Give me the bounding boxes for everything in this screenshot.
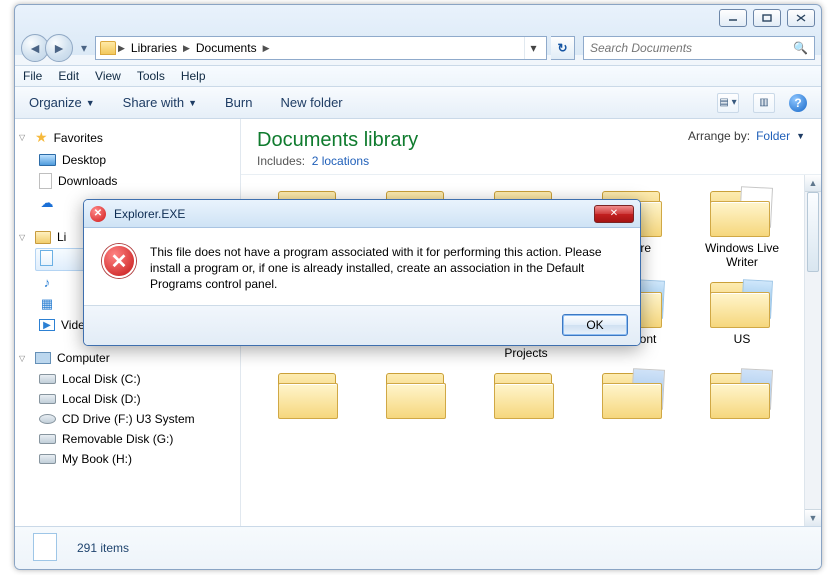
- video-icon: ▶: [39, 319, 55, 331]
- address-dropdown[interactable]: ▾: [524, 37, 542, 59]
- organize-button[interactable]: Organize▼: [29, 95, 95, 110]
- scroll-thumb[interactable]: [807, 192, 819, 272]
- menu-tools[interactable]: Tools: [137, 69, 165, 83]
- computer-header[interactable]: ▽Computer: [29, 351, 234, 365]
- maximize-button[interactable]: [753, 9, 781, 27]
- error-icon: ✕: [102, 244, 136, 278]
- breadcrumb-seg[interactable]: Documents: [192, 39, 261, 57]
- forward-button[interactable]: ►: [45, 34, 73, 62]
- folder-item[interactable]: Windows Live Writer: [691, 185, 793, 270]
- dialog-titlebar[interactable]: ✕ Explorer.EXE ✕: [84, 200, 640, 228]
- folder-item[interactable]: [475, 367, 577, 423]
- status-icon: [29, 533, 61, 563]
- picture-icon: ▦: [39, 296, 55, 312]
- cloud-icon: ☁: [39, 195, 55, 211]
- nav-arrows: ◄ ►: [21, 34, 73, 62]
- address-bar[interactable]: ▶ Libraries ▶ Documents ▶ ▾: [95, 36, 547, 60]
- chevron-right-icon[interactable]: ▶: [118, 43, 125, 54]
- menu-help[interactable]: Help: [181, 69, 206, 83]
- chevron-down-icon: ▼: [188, 98, 197, 108]
- drive-icon: [39, 454, 56, 464]
- help-button[interactable]: ?: [789, 94, 807, 112]
- dialog-title: Explorer.EXE: [114, 207, 185, 221]
- history-dropdown[interactable]: ▾: [77, 34, 91, 62]
- includes-link[interactable]: 2 locations: [312, 154, 369, 168]
- command-bar: Organize▼ Share with▼ Burn New folder ▤ …: [15, 87, 821, 119]
- arrange-by[interactable]: Arrange by: Folder ▼: [688, 129, 805, 143]
- nav-downloads[interactable]: Downloads: [29, 170, 234, 192]
- nav-drive-h[interactable]: My Book (H:): [29, 449, 234, 469]
- menu-view[interactable]: View: [95, 69, 121, 83]
- dialog-buttons: OK: [84, 305, 640, 345]
- dialog-body: ✕ This file does not have a program asso…: [84, 228, 640, 305]
- search-placeholder: Search Documents: [590, 41, 692, 55]
- menu-bar: File Edit View Tools Help: [15, 65, 821, 87]
- refresh-button[interactable]: ↻: [551, 36, 575, 60]
- music-icon: ♪: [39, 274, 55, 290]
- folder-item[interactable]: [259, 367, 361, 423]
- removable-icon: [39, 434, 56, 444]
- nav-drive-c[interactable]: Local Disk (C:): [29, 369, 234, 389]
- search-input[interactable]: Search Documents 🔍: [583, 36, 815, 60]
- share-button[interactable]: Share with▼: [123, 95, 197, 110]
- scroll-down-button[interactable]: ▼: [805, 509, 821, 526]
- folder-item[interactable]: [691, 367, 793, 423]
- folder-item[interactable]: [367, 367, 469, 423]
- close-window-button[interactable]: [787, 9, 815, 27]
- newfolder-button[interactable]: New folder: [280, 95, 342, 110]
- nav-drive-f[interactable]: CD Drive (F:) U3 System: [29, 409, 234, 429]
- computer-icon: [35, 352, 51, 364]
- burn-button[interactable]: Burn: [225, 95, 252, 110]
- titlebar: [15, 5, 821, 31]
- chevron-right-icon[interactable]: ▶: [263, 43, 270, 54]
- nav-drive-g[interactable]: Removable Disk (G:): [29, 429, 234, 449]
- chevron-right-icon[interactable]: ▶: [183, 43, 190, 54]
- cd-icon: [39, 414, 56, 424]
- folder-icon: [100, 41, 116, 55]
- star-icon: ★: [35, 129, 48, 146]
- breadcrumb-seg[interactable]: Libraries: [127, 39, 181, 57]
- scroll-up-button[interactable]: ▲: [805, 175, 821, 192]
- vertical-scrollbar[interactable]: ▲ ▼: [804, 175, 821, 526]
- nav-desktop[interactable]: Desktop: [29, 150, 234, 170]
- error-dialog: ✕ Explorer.EXE ✕ ✕ This file does not ha…: [83, 199, 641, 346]
- status-bar: 291 items: [15, 527, 821, 569]
- menu-edit[interactable]: Edit: [58, 69, 79, 83]
- minimize-button[interactable]: [719, 9, 747, 27]
- folder-item[interactable]: US: [691, 276, 793, 361]
- folder-item[interactable]: [583, 367, 685, 423]
- preview-pane-button[interactable]: ▥: [753, 93, 775, 113]
- ok-button[interactable]: OK: [562, 314, 628, 336]
- nav-row: ◄ ► ▾ ▶ Libraries ▶ Documents ▶ ▾ ↻ Sear…: [15, 31, 821, 65]
- item-count: 291 items: [77, 541, 129, 555]
- dialog-close-button[interactable]: ✕: [594, 205, 634, 223]
- error-icon: ✕: [90, 206, 106, 222]
- menu-file[interactable]: File: [23, 69, 42, 83]
- dialog-message: This file does not have a program associ…: [150, 244, 622, 293]
- content-header: Documents library Includes: 2 locations …: [241, 119, 821, 175]
- view-options-button[interactable]: ▤ ▾: [717, 93, 739, 113]
- desktop-icon: [39, 154, 56, 166]
- document-icon: [39, 173, 52, 189]
- library-subtitle: Includes: 2 locations: [257, 154, 418, 168]
- drive-icon: [39, 374, 56, 384]
- drive-icon: [39, 394, 56, 404]
- chevron-down-icon: ▼: [86, 98, 95, 108]
- chevron-down-icon: ▼: [796, 131, 805, 141]
- library-title: Documents library: [257, 129, 418, 152]
- search-icon[interactable]: 🔍: [793, 41, 808, 55]
- library-icon: [35, 231, 51, 244]
- nav-drive-d[interactable]: Local Disk (D:): [29, 389, 234, 409]
- file-icon: [40, 250, 53, 266]
- favorites-header[interactable]: ▽★Favorites: [29, 129, 234, 146]
